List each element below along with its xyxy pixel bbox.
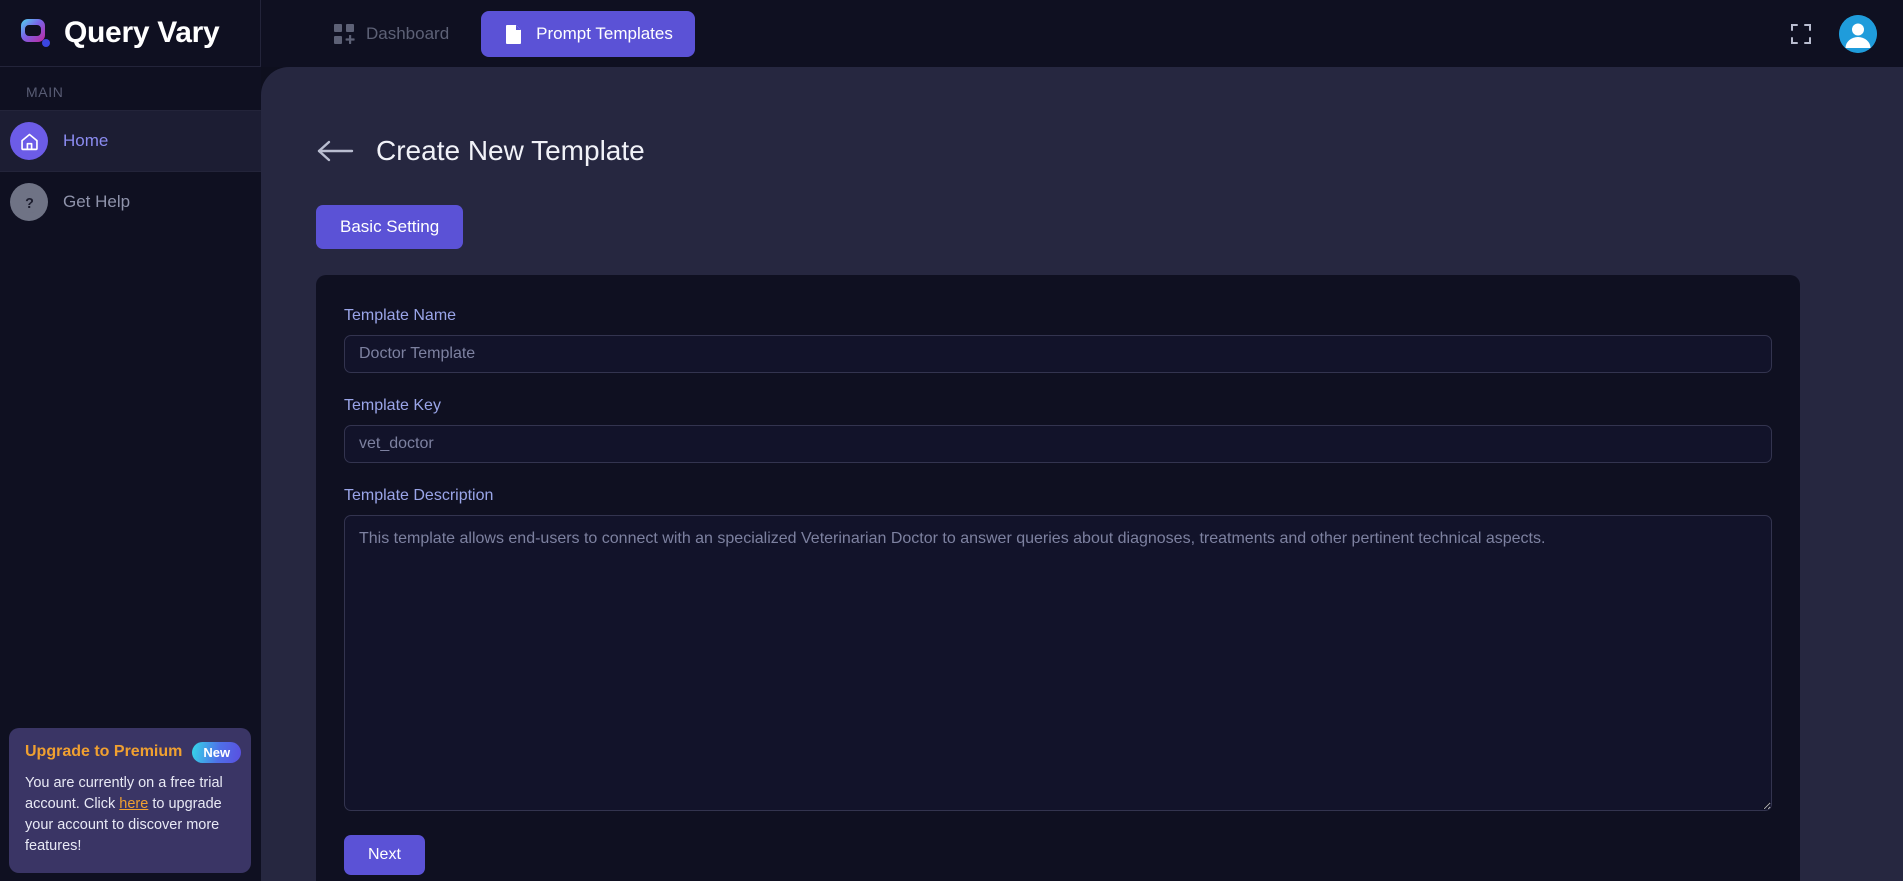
brand[interactable]: Query Vary <box>0 0 261 67</box>
top-nav-tabs: Dashboard Prompt Templates <box>311 10 695 57</box>
upgrade-card-head: Upgrade to Premium New <box>25 741 242 763</box>
template-key-label: Template Key <box>344 397 441 414</box>
sidebar: MAIN Home ? Get Help Upgrade to Premium … <box>0 67 261 881</box>
body-row: MAIN Home ? Get Help Upgrade to Premium … <box>0 67 1903 881</box>
top-bar: Query Vary Dashboard Prompt Templates <box>0 0 1903 67</box>
sidebar-item-get-help[interactable]: ? Get Help <box>0 172 261 232</box>
user-avatar-icon[interactable] <box>1839 14 1877 53</box>
page-header: Create New Template <box>261 67 1903 167</box>
basic-setting-card: Template Name Template Key Template Desc… <box>316 275 1800 881</box>
brand-name: Query Vary <box>64 16 220 49</box>
document-icon <box>503 23 525 45</box>
upgrade-card[interactable]: Upgrade to Premium New You are currently… <box>9 727 251 873</box>
tab-prompt-templates[interactable]: Prompt Templates <box>481 10 695 57</box>
template-description-textarea[interactable] <box>344 515 1772 811</box>
tab-dashboard[interactable]: Dashboard <box>311 11 471 57</box>
upgrade-card-text: You are currently on a free trial accoun… <box>25 773 235 857</box>
page-title: Create New Template <box>376 135 645 166</box>
upgrade-card-title: Upgrade to Premium <box>25 743 183 761</box>
sidebar-item-home[interactable]: Home <box>0 111 261 171</box>
sidebar-item-get-help-label: Get Help <box>63 192 131 211</box>
status-badge: New <box>192 741 242 763</box>
app-root: Query Vary Dashboard Prompt Templates MA… <box>0 0 1903 881</box>
template-name-label: Template Name <box>344 307 457 324</box>
sidebar-item-home-label: Home <box>63 131 109 150</box>
svg-text:?: ? <box>25 195 34 211</box>
tab-prompt-templates-label: Prompt Templates <box>536 23 673 43</box>
sidebar-section-label: MAIN <box>26 84 64 100</box>
next-button[interactable]: Next <box>344 835 425 875</box>
upgrade-here-link[interactable]: here <box>119 796 148 812</box>
template-name-input[interactable] <box>344 335 1772 373</box>
query-vary-logo-icon <box>16 14 54 52</box>
back-arrow-icon[interactable] <box>316 138 354 164</box>
fullscreen-icon[interactable] <box>1789 22 1813 46</box>
main-content: Create New Template Basic Setting Templa… <box>261 67 1903 881</box>
tab-basic-setting[interactable]: Basic Setting <box>316 205 464 249</box>
tab-dashboard-label: Dashboard <box>366 23 450 43</box>
template-description-label: Template Description <box>344 487 494 504</box>
question-mark-icon: ? <box>10 183 48 221</box>
top-bar-right <box>1789 14 1903 53</box>
home-icon <box>10 122 48 160</box>
grid-plus-icon <box>333 23 355 45</box>
template-key-input[interactable] <box>344 425 1772 463</box>
